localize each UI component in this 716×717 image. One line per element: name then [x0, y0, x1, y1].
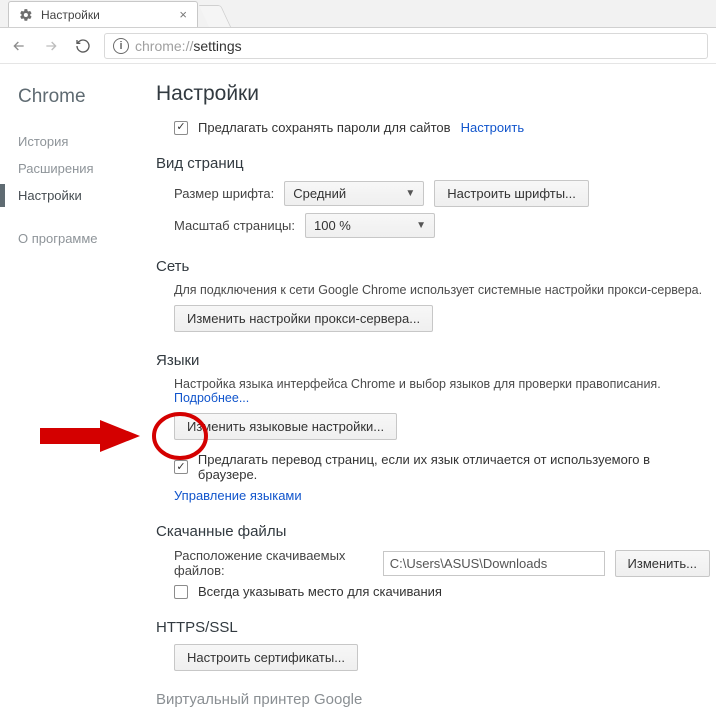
- chevron-down-icon: ▼: [416, 220, 426, 231]
- chevron-down-icon: ▼: [405, 188, 415, 199]
- font-size-label: Размер шрифта:: [174, 186, 274, 201]
- change-location-button[interactable]: Изменить...: [615, 550, 710, 577]
- customize-fonts-button[interactable]: Настроить шрифты...: [434, 180, 589, 207]
- content-area: Настройки Предлагать сохранять пароли дл…: [150, 64, 716, 717]
- info-icon[interactable]: i: [113, 38, 129, 54]
- section-downloads: Скачанные файлы: [156, 523, 710, 540]
- toolbar: i chrome://settings: [0, 28, 716, 64]
- forward-button[interactable]: [40, 35, 62, 57]
- languages-help: Настройка языка интерфейса Chrome и выбо…: [174, 377, 710, 405]
- address-bar[interactable]: i chrome://settings: [104, 33, 708, 59]
- tab-title: Настройки: [41, 8, 100, 22]
- page-title: Настройки: [156, 82, 710, 106]
- sidebar-item-about[interactable]: О программе: [18, 231, 150, 246]
- address-text: chrome://settings: [135, 38, 242, 54]
- sidebar-item-settings[interactable]: Настройки: [18, 182, 150, 209]
- translate-label: Предлагать перевод страниц, если их язык…: [198, 452, 710, 482]
- section-printer: Виртуальный принтер Google: [156, 691, 710, 708]
- network-help: Для подключения к сети Google Chrome исп…: [174, 283, 710, 297]
- brand-title: Chrome: [18, 86, 150, 108]
- download-location-input[interactable]: [383, 551, 605, 576]
- download-location-label: Расположение скачиваемых файлов:: [174, 548, 373, 578]
- ask-location-checkbox[interactable]: [174, 585, 188, 599]
- section-languages: Языки: [156, 352, 710, 369]
- sidebar-item-extensions[interactable]: Расширения: [18, 155, 150, 182]
- languages-more-link[interactable]: Подробнее...: [174, 391, 249, 405]
- back-button[interactable]: [8, 35, 30, 57]
- translate-checkbox[interactable]: [174, 460, 188, 474]
- font-size-select[interactable]: Средний▼: [284, 181, 424, 206]
- page-zoom-label: Масштаб страницы:: [174, 218, 295, 233]
- close-icon[interactable]: ×: [179, 7, 187, 22]
- sidebar: Chrome История Расширения Настройки О пр…: [0, 64, 150, 717]
- browser-tab[interactable]: Настройки ×: [8, 1, 198, 27]
- sidebar-item-history[interactable]: История: [18, 128, 150, 155]
- section-appearance: Вид страниц: [156, 155, 710, 172]
- certificates-button[interactable]: Настроить сертификаты...: [174, 644, 358, 671]
- page-zoom-select[interactable]: 100 %▼: [305, 213, 435, 238]
- ask-location-label: Всегда указывать место для скачивания: [198, 584, 442, 599]
- section-network: Сеть: [156, 258, 710, 275]
- passwords-label: Предлагать сохранять пароли для сайтов: [198, 120, 451, 135]
- language-settings-button[interactable]: Изменить языковые настройки...: [174, 413, 397, 440]
- proxy-settings-button[interactable]: Изменить настройки прокси-сервера...: [174, 305, 433, 332]
- tab-bar: Настройки ×: [0, 0, 716, 28]
- passwords-checkbox[interactable]: [174, 121, 188, 135]
- reload-button[interactable]: [72, 35, 94, 57]
- new-tab-button[interactable]: [199, 5, 231, 27]
- gear-icon: [19, 8, 33, 22]
- passwords-configure-link[interactable]: Настроить: [461, 120, 525, 135]
- section-https: HTTPS/SSL: [156, 619, 710, 636]
- manage-languages-link[interactable]: Управление языками: [174, 488, 302, 503]
